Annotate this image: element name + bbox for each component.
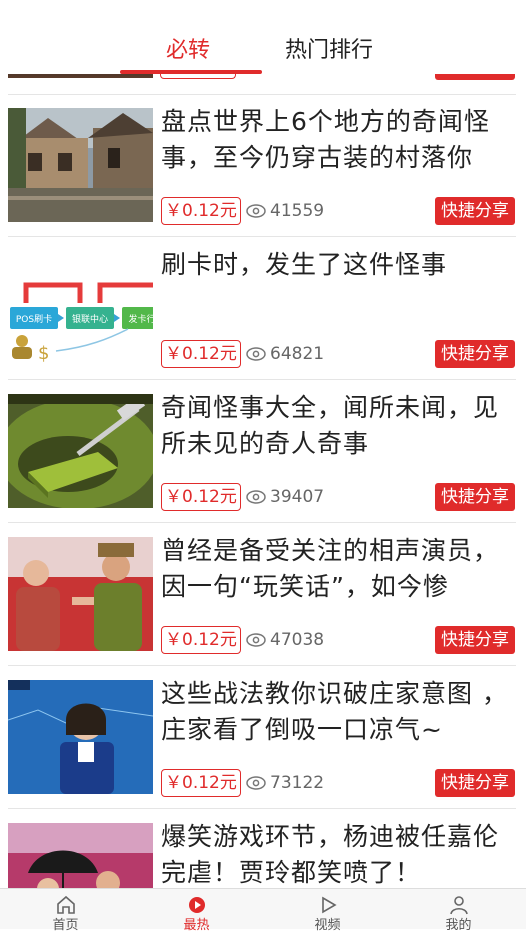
nav-label: 视频 [314, 918, 341, 933]
top-tab-bar: 必转 热门排行 [0, 0, 526, 74]
list-item[interactable]: 曾经是备受关注的相声演员，因一句“玩笑话”，如今惨 ￥0.12元 47038 快… [0, 523, 526, 665]
view-count-value: 39407 [270, 487, 325, 507]
eye-icon [246, 490, 266, 504]
list-item[interactable]: 奇闻怪事大全，闻所未闻，见所未见的奇人奇事 ￥0.12元 39407 快捷分享 [0, 380, 526, 522]
quick-share-button[interactable]: 快捷分享 [435, 626, 515, 654]
article-thumbnail [8, 537, 153, 651]
tab-hot-ranking[interactable]: 热门排行 [285, 36, 373, 66]
price-tag: ￥0.12元 [161, 483, 241, 511]
nav-video[interactable]: 视频 [262, 889, 393, 933]
svg-text:POS刷卡: POS刷卡 [16, 313, 52, 325]
view-count-value: 47038 [270, 630, 325, 650]
view-count: 41559 [246, 198, 324, 224]
list-item[interactable]: 这些战法教你识破庄家意图 ，庄家看了倒吸一口凉气~ ￥0.12元 73122 快… [0, 666, 526, 808]
list-item[interactable]: 爆笑游戏环节，杨迪被任嘉伦完虐！贾玲都笑喷了！ [0, 809, 526, 888]
article-thumbnail: POS刷卡 银联中心 发卡行 $ [8, 251, 153, 365]
nav-hot[interactable]: 最热 [131, 889, 262, 933]
active-tab-indicator [120, 70, 262, 74]
quick-share-button[interactable]: 快捷分享 [435, 483, 515, 511]
article-title[interactable]: 爆笑游戏环节，杨迪被任嘉伦完虐！贾玲都笑喷了！ [161, 819, 517, 888]
nav-label: 我的 [445, 918, 472, 933]
article-title[interactable]: 刷卡时，发生了这件怪事 [161, 247, 517, 283]
article-thumbnail [8, 680, 153, 794]
eye-icon [246, 347, 266, 361]
quick-share-button[interactable]: 快捷分享 [435, 340, 515, 368]
view-count: 39407 [246, 484, 324, 510]
eye-icon [246, 776, 266, 790]
list-item[interactable]: POS刷卡 银联中心 发卡行 $ 刷卡时，发生了这件怪事 ￥0.12元 6482… [0, 237, 526, 379]
nav-label: 最热 [183, 918, 210, 933]
eye-icon [246, 633, 266, 647]
article-thumbnail [8, 823, 153, 888]
view-count-value: 73122 [270, 773, 325, 793]
svg-text:银联中心: 银联中心 [72, 313, 108, 325]
nav-profile[interactable]: 我的 [393, 889, 526, 933]
article-title[interactable]: 盘点世界上6个地方的奇闻怪事，至今仍穿古装的村落你 [161, 104, 517, 176]
price-tag: ￥0.12元 [161, 626, 241, 654]
view-count-value: 41559 [270, 201, 325, 221]
bottom-navigation: 首页 最热 视频 我的 [0, 888, 526, 933]
price-tag: ￥0.12元 [161, 340, 241, 368]
home-icon [57, 895, 75, 914]
article-thumbnail [8, 108, 153, 222]
eye-icon [246, 204, 266, 218]
article-title[interactable]: 曾经是备受关注的相声演员，因一句“玩笑话”，如今惨 [161, 533, 517, 605]
quick-share-button[interactable]: 快捷分享 [435, 197, 515, 225]
nav-label: 首页 [52, 918, 79, 933]
price-tag: ￥0.12元 [161, 769, 241, 797]
view-count: 64821 [246, 341, 324, 367]
article-title[interactable]: 这些战法教你识破庄家意图 ，庄家看了倒吸一口凉气~ [161, 676, 517, 748]
view-count: 73122 [246, 770, 324, 796]
view-count: 47038 [246, 627, 324, 653]
play-icon [322, 896, 337, 914]
hot-icon [189, 897, 205, 913]
article-thumbnail [8, 394, 153, 508]
user-icon [450, 896, 468, 915]
list-item[interactable]: 盘点世界上6个地方的奇闻怪事，至今仍穿古装的村落你 ￥0.12元 41559 快… [0, 94, 526, 236]
quick-share-button[interactable]: 快捷分享 [435, 769, 515, 797]
price-tag: ￥0.12元 [161, 197, 241, 225]
article-title[interactable]: 奇闻怪事大全，闻所未闻，见所未见的奇人奇事 [161, 390, 517, 462]
nav-home[interactable]: 首页 [0, 889, 131, 933]
svg-text:$: $ [38, 343, 49, 364]
tab-must-share[interactable]: 必转 [166, 36, 210, 66]
view-count-value: 64821 [270, 344, 325, 364]
svg-text:发卡行: 发卡行 [128, 313, 153, 325]
